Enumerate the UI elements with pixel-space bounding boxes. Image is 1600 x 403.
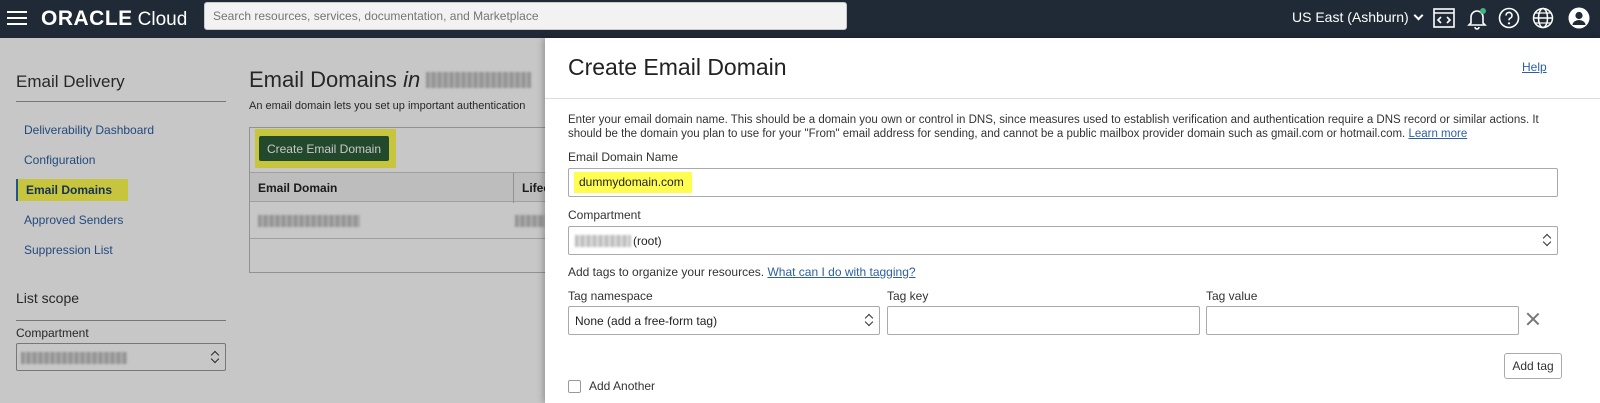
region-selector[interactable]: US East (Ashburn) <box>1292 9 1424 25</box>
code-editor-icon[interactable] <box>1432 6 1456 30</box>
divider <box>545 98 1600 99</box>
compartment-label: Compartment <box>568 208 641 222</box>
menu-icon[interactable] <box>7 11 27 26</box>
compartment-select[interactable]: (root) <box>568 226 1558 255</box>
top-bar: ORACLECloud US East (Ashburn) <box>0 0 1600 38</box>
chevron-down-icon <box>1413 10 1424 21</box>
logo-product: Cloud <box>137 9 188 30</box>
compartment-value: (root) <box>633 234 662 248</box>
tag-value-input[interactable] <box>1206 306 1519 335</box>
user-icon[interactable] <box>1567 6 1591 30</box>
tag-key-label: Tag key <box>887 289 929 303</box>
tagging-help-link[interactable]: What can I do with tagging? <box>767 265 915 279</box>
tag-namespace-label: Tag namespace <box>568 289 653 303</box>
help-link[interactable]: Help <box>1522 60 1547 74</box>
redacted-tenancy <box>575 235 631 247</box>
add-tag-button[interactable]: Add tag <box>1504 353 1562 379</box>
tag-namespace-value: None (add a free-form tag) <box>575 314 718 328</box>
bell-icon[interactable] <box>1465 6 1489 30</box>
tag-value-label: Tag value <box>1206 289 1258 303</box>
search-input[interactable] <box>204 2 847 30</box>
notification-dot <box>1480 8 1486 14</box>
tags-help: Add tags to organize your resources. Wha… <box>568 265 916 279</box>
globe-icon[interactable] <box>1531 6 1555 30</box>
email-domain-name-input[interactable]: dummydomain.com <box>568 168 1558 197</box>
tag-namespace-select[interactable]: None (add a free-form tag) <box>568 306 880 335</box>
select-arrows-icon <box>1543 234 1551 247</box>
add-another-checkbox[interactable] <box>568 380 581 393</box>
select-arrows-icon <box>865 314 873 327</box>
dialog-title: Create Email Domain <box>568 54 787 80</box>
region-label: US East (Ashburn) <box>1292 9 1409 25</box>
learn-more-link[interactable]: Learn more <box>1408 128 1467 140</box>
help-icon[interactable] <box>1497 6 1521 30</box>
intro-body: Enter your email domain name. This shoul… <box>568 114 1539 140</box>
modal-overlay[interactable] <box>0 38 545 403</box>
close-icon[interactable] <box>1526 312 1540 326</box>
intro-text: Enter your email domain name. This shoul… <box>568 113 1558 141</box>
oracle-cloud-logo[interactable]: ORACLE Cloud <box>41 7 187 31</box>
email-domain-name-label: Email Domain Name <box>568 150 679 164</box>
create-email-domain-panel: Create Email Domain Help Enter your emai… <box>545 38 1600 403</box>
logo-brand: ORACLE <box>41 7 133 30</box>
add-another-label: Add Another <box>589 379 656 393</box>
email-domain-name-value: dummydomain.com <box>574 172 692 193</box>
tag-key-input[interactable] <box>887 306 1200 335</box>
tags-help-text: Add tags to organize your resources. <box>568 265 765 279</box>
